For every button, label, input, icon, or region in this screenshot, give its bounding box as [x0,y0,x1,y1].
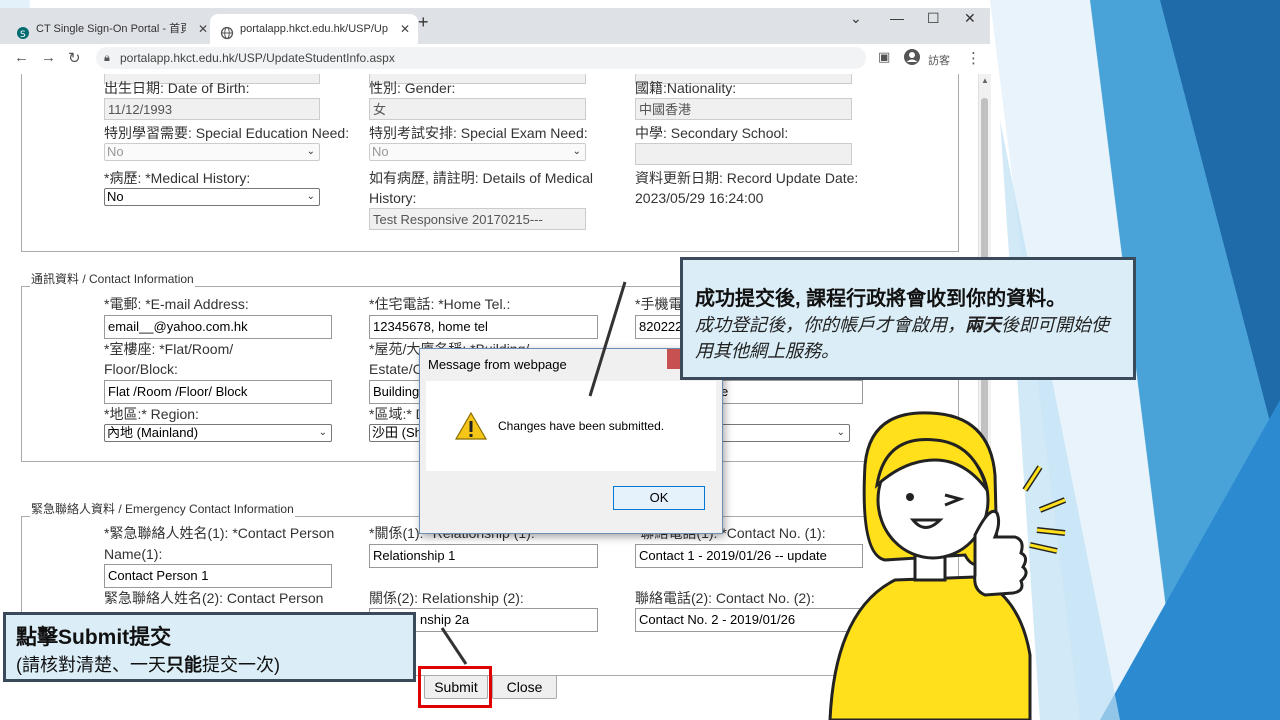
instruction-callout-top: 成功提交後, 課程行政將會收到你的資料。 成功登記後，你的帳戶才會啟用，兩天後即… [680,257,1136,380]
callout-top-heading: 成功提交後, 課程行政將會收到你的資料。 [695,288,1067,310]
callout-top-body: 成功登記後，你的帳戶才會啟用，兩天後即可開始使用其他網上服務。 [695,315,1109,361]
submit-highlight-box [418,666,492,708]
callout-bottom-heading: 點擊Submit提交 [16,626,172,649]
callout-bottom-body: (請核對清楚、一天只能提交一次) [16,655,280,675]
instruction-callout-bottom: 點擊Submit提交 (請核對清楚、一天只能提交一次) [3,612,416,682]
thumbs-up-character-illustration [828,411,1067,720]
